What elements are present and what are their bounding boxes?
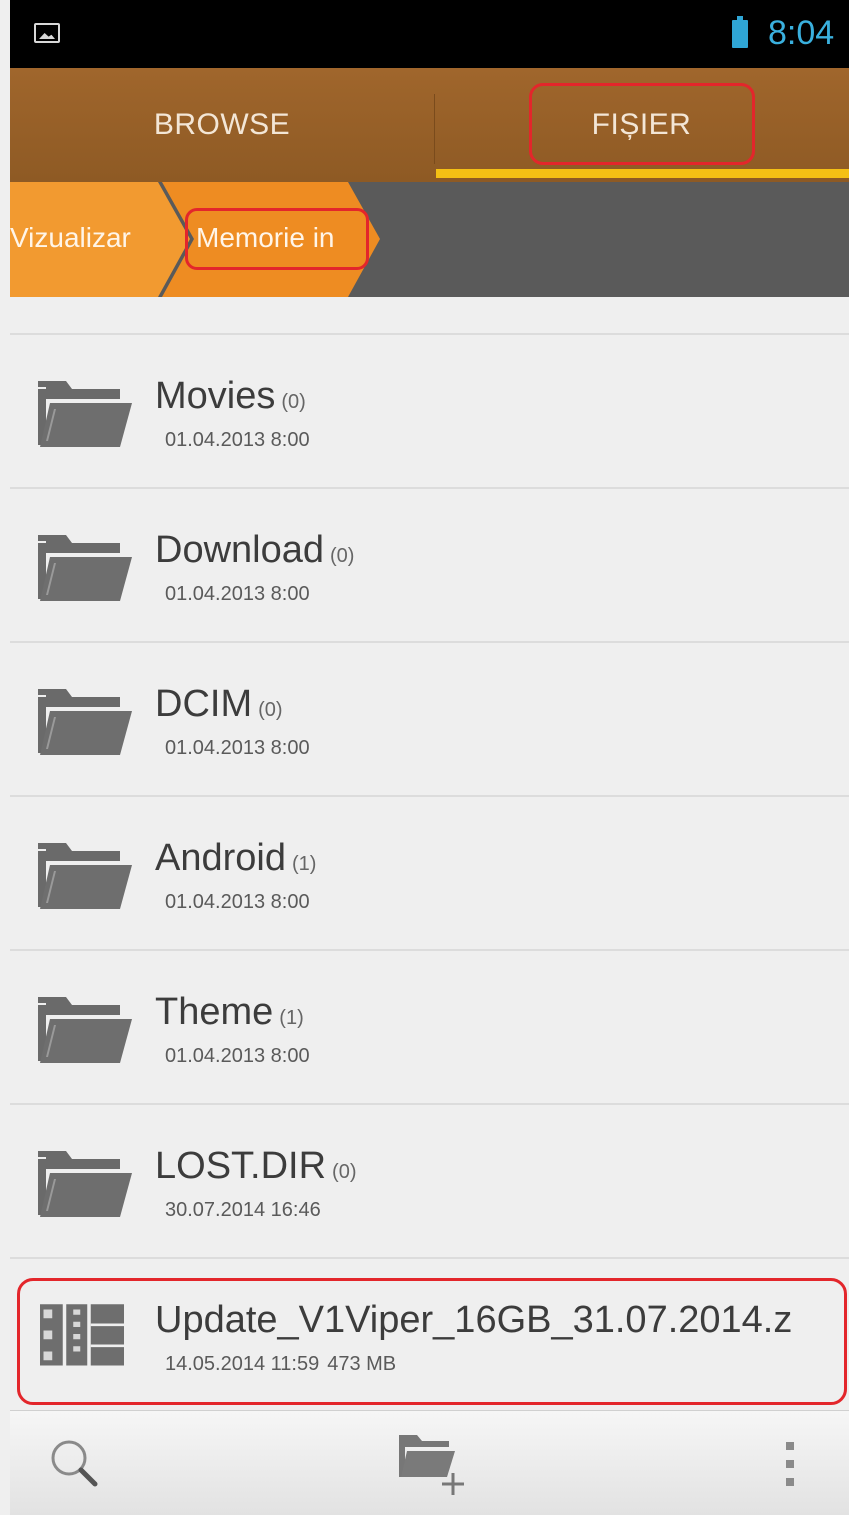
status-time: 8:04 [768, 14, 835, 52]
folder-icon [38, 1151, 132, 1217]
file-name-text: Theme [155, 991, 274, 1033]
list-item-theme[interactable]: Theme (1) 01.04.2013 8:00 [10, 951, 849, 1105]
file-date: 01.04.2013 8:00 [165, 737, 310, 759]
search-button[interactable] [30, 1411, 120, 1515]
battery-icon [732, 16, 748, 48]
file-name-text: Download [155, 529, 324, 571]
file-date: 01.04.2013 8:00 [165, 429, 310, 451]
new-folder-button[interactable] [390, 1411, 480, 1515]
list-item-download[interactable]: Download (0) 01.04.2013 8:00 [10, 489, 849, 643]
file-date: 01.04.2013 8:00 [165, 583, 310, 605]
folder-icon [38, 689, 132, 755]
file-list: Movies (0) 01.04.2013 8:00 Download (0) 01… [10, 297, 849, 1411]
file-date: 01.04.2013 8:00 [165, 891, 310, 913]
highlight-fisier-tab [529, 83, 755, 165]
highlight-update-file [17, 1278, 847, 1405]
tab-browse[interactable]: BROWSE [10, 68, 434, 182]
file-count: (0) [258, 699, 283, 721]
breadcrumb-item-vizualizar[interactable]: Vizualizar [10, 222, 131, 254]
list-top-spacer [10, 297, 849, 335]
list-item-movies[interactable]: Movies (0) 01.04.2013 8:00 [10, 335, 849, 489]
file-name: Theme (1) [155, 991, 304, 1034]
search-icon [51, 1440, 98, 1486]
breadcrumb: Vizualizar Memorie in [10, 182, 849, 297]
file-count: (0) [330, 545, 355, 567]
file-date: 30.07.2014 16:46 [165, 1199, 321, 1221]
file-count: (1) [279, 1007, 304, 1029]
folder-icon [38, 535, 132, 601]
new-folder-icon [399, 1434, 464, 1495]
folder-icon [38, 381, 132, 447]
folder-icon [38, 843, 132, 909]
list-item-dcim[interactable]: DCIM (0) 01.04.2013 8:00 [10, 643, 849, 797]
file-name-text: Android [155, 837, 286, 879]
file-name-text: Movies [155, 375, 276, 417]
file-name: Movies (0) [155, 375, 306, 418]
image-notification-icon [34, 23, 60, 43]
file-name: Android (1) [155, 837, 316, 880]
file-count: (1) [291, 853, 317, 875]
file-date: 01.04.2013 8:00 [165, 1045, 310, 1067]
file-name-text: DCIM [155, 683, 253, 725]
file-name: DCIM (0) [155, 683, 283, 726]
highlight-memorie-crumb [185, 208, 369, 270]
file-name: Download (0) [155, 529, 354, 572]
tab-selected-indicator [436, 169, 849, 178]
status-bar: 8:04 [10, 0, 849, 68]
overflow-menu-icon [786, 1441, 794, 1486]
file-count: (0) [281, 391, 306, 413]
list-item-android[interactable]: Android (1) 01.04.2013 8:00 [10, 797, 849, 951]
list-item-lost-dir[interactable]: LOST.DIR (0) 30.07.2014 16:46 [10, 1105, 849, 1259]
file-name: LOST.DIR (0) [155, 1145, 357, 1188]
file-name-text: LOST.DIR [155, 1145, 327, 1187]
screen: 8:04 BROWSE FIȘIER Vizualizar Memorie in… [10, 0, 849, 1515]
file-count: (0) [332, 1161, 357, 1183]
folder-icon [38, 997, 132, 1063]
breadcrumb-chevrons [10, 182, 380, 297]
bottom-toolbar [10, 1410, 849, 1515]
overflow-menu-button[interactable] [760, 1411, 820, 1515]
